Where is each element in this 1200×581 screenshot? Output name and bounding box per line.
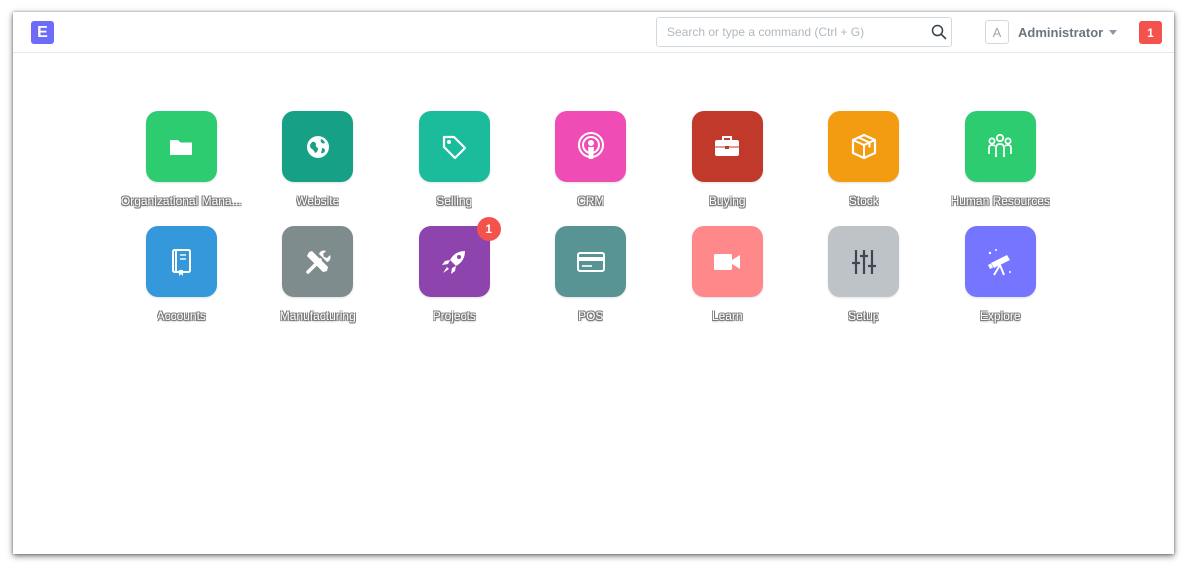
module-label: Human Resources	[950, 194, 1050, 208]
module-label: Buying	[708, 194, 746, 208]
module-label: Explore	[979, 309, 1021, 323]
search-icon[interactable]	[931, 24, 947, 40]
video-camera-icon	[710, 245, 744, 279]
sliders-icon	[847, 245, 881, 279]
globe-icon	[301, 130, 335, 164]
module-accounts[interactable]: Accounts	[113, 226, 250, 324]
user-name: Administrator	[1018, 25, 1104, 40]
module-projects[interactable]: 1 Projects	[386, 217, 523, 324]
module-human-resources[interactable]: Human Resources	[932, 111, 1069, 209]
notifications-button[interactable]: 1	[1139, 21, 1162, 44]
module-tile[interactable]	[555, 111, 627, 182]
user-menu[interactable]: Administrator	[1018, 25, 1118, 40]
rocket-icon	[437, 245, 471, 279]
top-navbar: E A Administrator 1	[13, 12, 1174, 53]
module-label: Learn	[711, 309, 743, 323]
module-label: Website	[296, 194, 340, 208]
caret-down-icon	[1109, 30, 1118, 35]
briefcase-icon	[710, 130, 744, 164]
module-stock[interactable]: Stock	[796, 111, 933, 209]
module-tile[interactable]	[828, 226, 900, 297]
module-manufacturing[interactable]: Manufacturing	[250, 226, 387, 324]
module-tile[interactable]	[282, 111, 354, 182]
module-label: Accounts	[156, 309, 206, 323]
module-label: Selling	[436, 194, 473, 208]
module-learn[interactable]: Learn	[659, 226, 796, 324]
module-setup[interactable]: Setup	[796, 226, 933, 324]
module-tile[interactable]	[145, 111, 217, 182]
telescope-icon	[983, 245, 1017, 279]
search-input[interactable]	[657, 18, 927, 46]
broadcast-icon	[574, 130, 608, 164]
notification-badge: 1	[476, 217, 501, 241]
module-pos[interactable]: POS	[523, 226, 660, 324]
box-icon	[847, 130, 881, 164]
module-label: Organizational Mana...	[120, 194, 242, 208]
module-label: POS	[578, 309, 604, 323]
module-buying[interactable]: Buying	[659, 111, 796, 209]
module-organizational-mana[interactable]: Organizational Mana...	[113, 111, 250, 209]
module-label: Manufacturing	[279, 309, 356, 323]
module-label: Projects	[432, 309, 476, 323]
module-label: CRM	[577, 194, 605, 208]
module-website[interactable]: Website	[250, 111, 387, 209]
module-grid: Organizational Mana... Website Selling CRM B…	[113, 111, 1073, 324]
people-icon	[983, 130, 1017, 164]
tools-icon	[301, 245, 335, 279]
book-icon	[164, 245, 198, 279]
module-tile[interactable]	[964, 111, 1036, 182]
module-tile[interactable]	[145, 226, 217, 297]
module-tile[interactable]: 1	[418, 217, 501, 297]
module-tile[interactable]	[691, 111, 763, 182]
folder-icon	[164, 130, 198, 164]
module-tile[interactable]	[691, 226, 763, 297]
module-label: Stock	[848, 194, 879, 208]
module-tile[interactable]	[828, 111, 900, 182]
avatar[interactable]: A	[985, 20, 1009, 44]
module-crm[interactable]: CRM	[523, 111, 660, 209]
app-logo[interactable]: E	[31, 21, 54, 44]
card-icon	[574, 245, 608, 279]
module-tile[interactable]	[282, 226, 354, 297]
module-tile[interactable]	[964, 226, 1036, 297]
module-selling[interactable]: Selling	[386, 111, 523, 209]
awesome-bar	[656, 17, 952, 47]
module-explore[interactable]: Explore	[932, 226, 1069, 324]
desk-window: E A Administrator 1 Organizational Mana.…	[13, 12, 1174, 554]
module-label: Setup	[848, 309, 880, 323]
module-tile[interactable]	[418, 111, 490, 182]
tag-icon	[437, 130, 471, 164]
module-tile[interactable]	[555, 226, 627, 297]
